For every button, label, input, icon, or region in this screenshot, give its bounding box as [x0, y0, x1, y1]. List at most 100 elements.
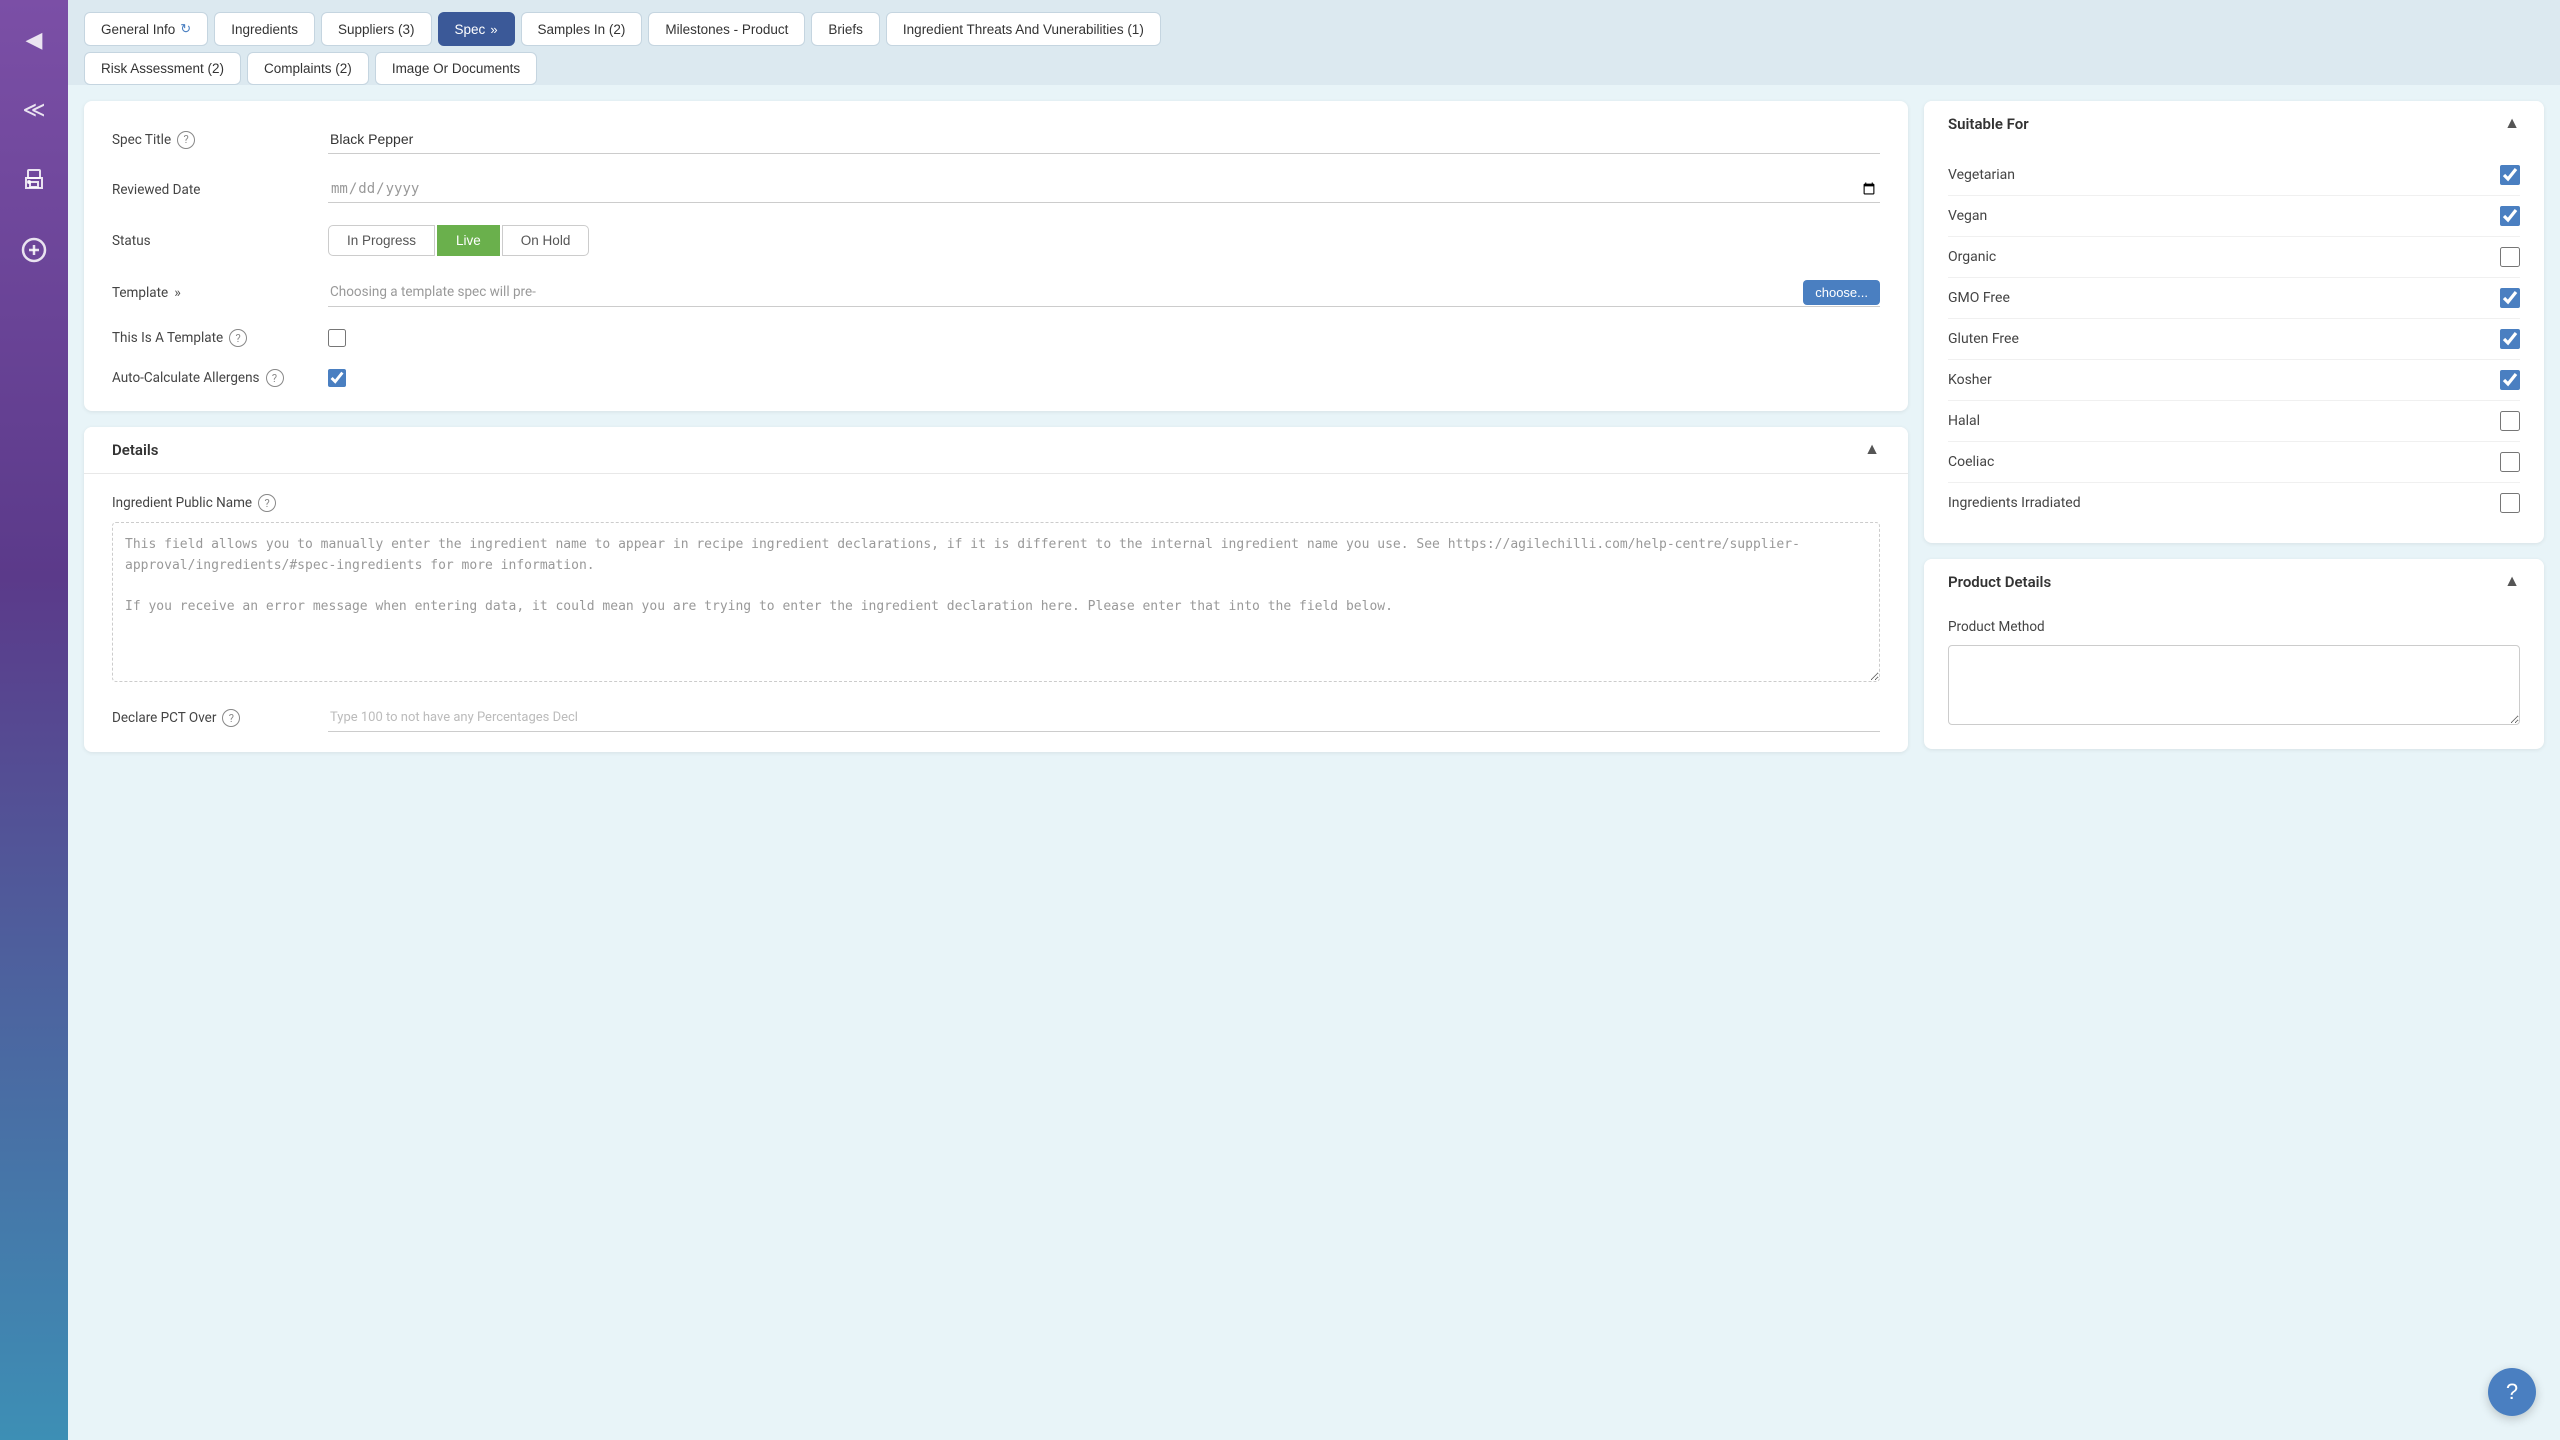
left-panel: Spec Title ? Reviewed Date	[84, 101, 1908, 1424]
form-card: Spec Title ? Reviewed Date	[84, 101, 1908, 411]
main-area: General Info ↻ Ingredients Suppliers (3)…	[68, 0, 2560, 1440]
product-details-body: Product Method	[1924, 605, 2544, 749]
back-icon[interactable]: ◀	[14, 20, 54, 60]
right-panel: Suitable For ▲ Vegetarian Vegan	[1924, 101, 2544, 1424]
product-details-header: Product Details ▲	[1924, 559, 2544, 605]
suitable-organic-row: Organic	[1948, 237, 2520, 278]
tab-spec[interactable]: Spec »	[438, 12, 515, 46]
spec-title-row: Spec Title ?	[112, 125, 1880, 154]
suitable-halal-row: Halal	[1948, 401, 2520, 442]
template-label: Template »	[112, 285, 312, 301]
suitable-for-card: Suitable For ▲ Vegetarian Vegan	[1924, 101, 2544, 543]
status-row: Status In Progress Live On Hold	[112, 225, 1880, 256]
vegetarian-label: Vegetarian	[1948, 167, 2015, 183]
tabs-row-2: Risk Assessment (2) Complaints (2) Image…	[84, 52, 2544, 85]
reviewed-date-label: Reviewed Date	[112, 182, 312, 198]
status-on-hold[interactable]: On Hold	[502, 225, 590, 256]
gluten-free-checkbox[interactable]	[2500, 329, 2520, 349]
spec-title-label: Spec Title ?	[112, 131, 312, 149]
vegan-checkbox[interactable]	[2500, 206, 2520, 226]
tab-ingredients[interactable]: Ingredients	[214, 12, 315, 46]
tabs-container: General Info ↻ Ingredients Suppliers (3)…	[68, 0, 2560, 85]
suitable-vegetarian-row: Vegetarian	[1948, 155, 2520, 196]
halal-label: Halal	[1948, 413, 1980, 429]
auto-calc-help-icon[interactable]: ?	[266, 369, 284, 387]
tab-general-info[interactable]: General Info ↻	[84, 12, 208, 46]
tab-complaints[interactable]: Complaints (2)	[247, 52, 369, 85]
suitable-for-header: Suitable For ▲	[1924, 101, 2544, 147]
suitable-coeliac-row: Coeliac	[1948, 442, 2520, 483]
tab-ingredient-threats[interactable]: Ingredient Threats And Vunerabilities (1…	[886, 12, 1161, 46]
this-is-template-checkbox[interactable]	[328, 329, 346, 347]
double-back-icon[interactable]: ≪	[14, 90, 54, 130]
declare-pct-row: Declare PCT Over ? Type 100 to not have …	[112, 704, 1880, 732]
product-details-collapse-button[interactable]: ▲	[2504, 573, 2520, 591]
vegetarian-checkbox[interactable]	[2500, 165, 2520, 185]
details-card-header: Details ▲	[84, 427, 1908, 474]
coeliac-checkbox[interactable]	[2500, 452, 2520, 472]
tab-milestones[interactable]: Milestones - Product	[648, 12, 805, 46]
tab-image-documents[interactable]: Image Or Documents	[375, 52, 537, 85]
sidebar: ◀ ≪	[0, 0, 68, 1440]
status-label: Status	[112, 233, 312, 249]
declare-pct-label: Declare PCT Over ?	[112, 709, 312, 727]
gmo-free-checkbox[interactable]	[2500, 288, 2520, 308]
suitable-ingredients-irradiated-row: Ingredients Irradiated	[1948, 483, 2520, 523]
auto-calc-row: Auto-Calculate Allergens ?	[112, 369, 1880, 387]
add-icon[interactable]	[14, 230, 54, 270]
kosher-checkbox[interactable]	[2500, 370, 2520, 390]
vegan-label: Vegan	[1948, 208, 1987, 224]
status-in-progress[interactable]: In Progress	[328, 225, 435, 256]
organic-checkbox[interactable]	[2500, 247, 2520, 267]
help-fab-button[interactable]: ?	[2488, 1368, 2536, 1416]
status-live[interactable]: Live	[437, 225, 500, 256]
auto-calc-label: Auto-Calculate Allergens ?	[112, 369, 312, 387]
tab-samples-in[interactable]: Samples In (2)	[521, 12, 643, 46]
organic-label: Organic	[1948, 249, 1996, 265]
kosher-label: Kosher	[1948, 372, 1992, 388]
template-input-area: Choosing a template spec will pre- choos…	[328, 278, 1880, 307]
status-group: In Progress Live On Hold	[328, 225, 589, 256]
details-title: Details	[112, 441, 158, 459]
declare-pct-help-icon[interactable]: ?	[222, 709, 240, 727]
gluten-free-label: Gluten Free	[1948, 331, 2019, 347]
content-area: Spec Title ? Reviewed Date	[68, 85, 2560, 1440]
suitable-for-collapse-button[interactable]: ▲	[2504, 115, 2520, 133]
gmo-free-label: GMO Free	[1948, 290, 2010, 306]
suitable-for-body: Vegetarian Vegan Organic G	[1924, 147, 2544, 543]
suitable-gluten-free-row: Gluten Free	[1948, 319, 2520, 360]
tab-risk-assessment[interactable]: Risk Assessment (2)	[84, 52, 241, 85]
template-choose-button[interactable]: choose...	[1803, 280, 1880, 305]
details-collapse-button[interactable]: ▲	[1864, 441, 1880, 459]
details-card: Details ▲ Ingredient Public Name ? This …	[84, 427, 1908, 752]
this-is-template-help-icon[interactable]: ?	[229, 329, 247, 347]
ingredients-irradiated-checkbox[interactable]	[2500, 493, 2520, 513]
halal-checkbox[interactable]	[2500, 411, 2520, 431]
suitable-for-title: Suitable For	[1948, 115, 2029, 133]
tabs-row-1: General Info ↻ Ingredients Suppliers (3)…	[84, 12, 2544, 46]
template-placeholder-text: Choosing a template spec will pre-	[328, 278, 1795, 306]
template-arrow-icon: »	[174, 285, 181, 301]
reviewed-date-input[interactable]	[330, 180, 1878, 198]
product-method-label: Product Method	[1948, 619, 2520, 635]
product-method-textarea[interactable]	[1948, 645, 2520, 725]
suitable-kosher-row: Kosher	[1948, 360, 2520, 401]
tab-briefs[interactable]: Briefs	[811, 12, 880, 46]
product-details-card: Product Details ▲ Product Method	[1924, 559, 2544, 749]
suitable-vegan-row: Vegan	[1948, 196, 2520, 237]
ingredient-public-name-textarea[interactable]: This field allows you to manually enter …	[112, 522, 1880, 682]
ingredient-public-name-help-icon[interactable]: ?	[258, 494, 276, 512]
auto-calc-checkbox[interactable]	[328, 369, 346, 387]
tab-suppliers[interactable]: Suppliers (3)	[321, 12, 432, 46]
spec-title-input[interactable]	[328, 125, 1880, 154]
details-card-body: Ingredient Public Name ? This field allo…	[84, 474, 1908, 752]
ingredients-irradiated-label: Ingredients Irradiated	[1948, 495, 2081, 511]
this-is-template-row: This Is A Template ?	[112, 329, 1880, 347]
suitable-gmo-free-row: GMO Free	[1948, 278, 2520, 319]
product-details-title: Product Details	[1948, 573, 2051, 591]
reviewed-date-row: Reviewed Date	[112, 176, 1880, 203]
spec-title-help-icon[interactable]: ?	[177, 131, 195, 149]
coeliac-label: Coeliac	[1948, 454, 1994, 470]
template-row: Template » Choosing a template spec will…	[112, 278, 1880, 307]
print-icon[interactable]	[14, 160, 54, 200]
